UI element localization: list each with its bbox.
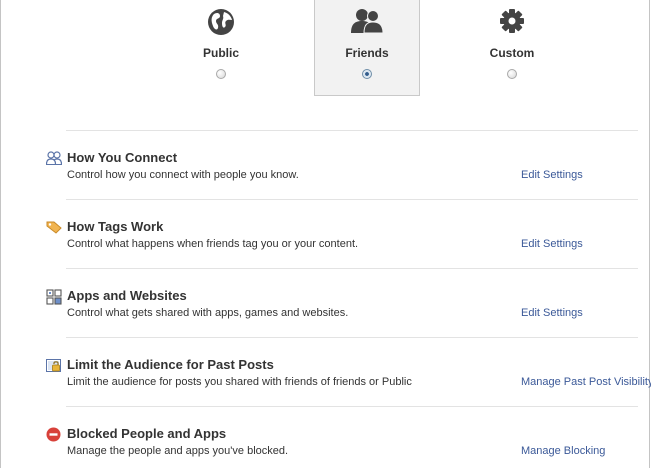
edit-settings-link[interactable]: Edit Settings — [521, 307, 583, 319]
section-how-you-connect: How You Connect Control how you connect … — [0, 150, 651, 200]
audience-option-friends[interactable]: Friends — [314, 0, 420, 96]
section-title: Limit the Audience for Past Posts — [67, 357, 274, 372]
divider — [66, 337, 638, 338]
lock-icon — [46, 358, 62, 374]
section-description: Manage the people and apps you've blocke… — [67, 445, 289, 457]
audience-radio-friends[interactable] — [362, 69, 372, 79]
section-how-tags-work: How Tags Work Control what happens when … — [0, 219, 651, 269]
audience-label-friends: Friends — [345, 46, 389, 60]
divider — [66, 406, 638, 407]
section-title: Apps and Websites — [67, 288, 187, 303]
tag-icon — [46, 220, 62, 236]
friends-icon — [315, 8, 419, 34]
manage-past-post-visibility-link[interactable]: Manage Past Post Visibility — [521, 376, 651, 388]
section-title: Blocked People and Apps — [67, 426, 227, 441]
divider — [66, 130, 638, 131]
section-limit-past-posts: Limit the Audience for Past Posts Limit … — [0, 357, 651, 407]
section-description: Control what happens when friends tag yo… — [67, 238, 359, 250]
audience-option-custom[interactable]: Custom — [459, 0, 565, 96]
audience-option-public[interactable]: Public — [168, 0, 274, 96]
section-description: Limit the audience for posts you shared … — [67, 376, 412, 388]
section-apps-and-websites: Apps and Websites Control what gets shar… — [0, 288, 651, 338]
edit-settings-link[interactable]: Edit Settings — [521, 169, 583, 181]
manage-blocking-link[interactable]: Manage Blocking — [521, 445, 605, 457]
audience-radio-public[interactable] — [216, 69, 226, 79]
divider — [66, 268, 638, 269]
audience-radio-custom[interactable] — [507, 69, 517, 79]
blocked-icon — [46, 427, 62, 443]
gear-icon — [459, 8, 565, 34]
default-audience-selector: Public Friends Custom — [0, 0, 651, 100]
section-blocked-people-and-apps: Blocked People and Apps Manage the peopl… — [0, 426, 651, 476]
section-description: Control what gets shared with apps, game… — [67, 307, 349, 319]
audience-label-public: Public — [202, 46, 239, 60]
edit-settings-link[interactable]: Edit Settings — [521, 238, 583, 250]
section-title: How You Connect — [67, 150, 178, 165]
apps-icon — [46, 289, 62, 305]
divider — [66, 199, 638, 200]
section-description: Control how you connect with people you … — [67, 169, 299, 181]
globe-icon — [168, 8, 274, 35]
audience-label-custom: Custom — [489, 46, 535, 60]
people-icon — [45, 151, 63, 167]
section-title: How Tags Work — [67, 219, 164, 234]
